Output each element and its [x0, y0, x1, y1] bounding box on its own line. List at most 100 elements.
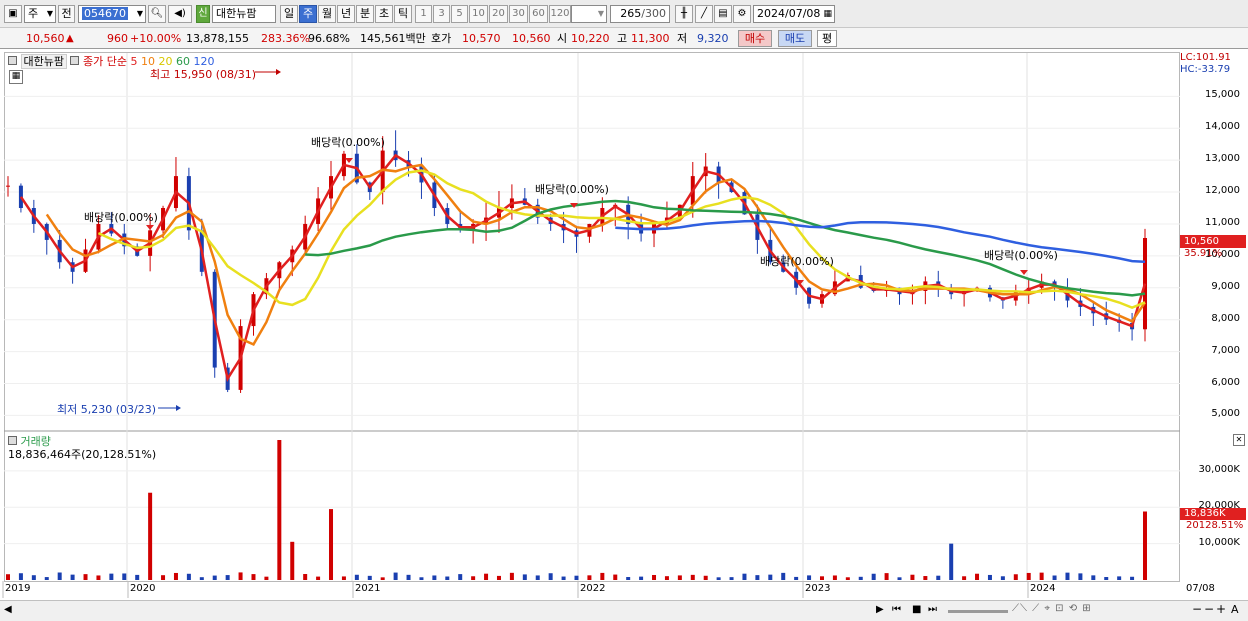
legend-stock-name[interactable]: 대한뉴팜: [20, 54, 67, 69]
high-price: 11,300: [631, 32, 670, 45]
low-label: 저: [677, 32, 688, 45]
period-button-5[interactable]: 초: [375, 5, 393, 23]
candle-type-icon[interactable]: ╫: [675, 5, 693, 23]
dividend-label: 배당락(0.00%): [84, 211, 158, 224]
period-button-4[interactable]: 분: [356, 5, 374, 23]
price-tick-label: 9,000: [1211, 280, 1240, 292]
zoom-in-icon[interactable]: +: [1216, 602, 1226, 616]
price-tick-label: 14,000: [1205, 121, 1240, 133]
legend-toggle-icon[interactable]: [8, 56, 17, 65]
main-toolbar: ▣ 주 ▼ 전 054670 ▼ 🔍︎ ◀) 신 대한뉴팜 일주월년분초틱 1351…: [0, 0, 1248, 28]
price-tick-label: 12,000: [1205, 185, 1240, 197]
chevron-down-icon: ▼: [136, 9, 143, 18]
period-button-2[interactable]: 월: [318, 5, 336, 23]
scroll-left-icon[interactable]: ◀: [4, 604, 12, 615]
low-price: 9,320: [697, 32, 729, 45]
interval-button-10[interactable]: 10: [469, 5, 488, 23]
chevron-down-icon: ▼: [597, 9, 604, 18]
period-button-1[interactable]: 주: [299, 5, 317, 23]
count-field[interactable]: 265/300: [610, 5, 670, 23]
dividend-label: 배당락(0.00%): [535, 183, 609, 196]
current-price-tag: 10,560: [1180, 235, 1246, 248]
interval-button-1[interactable]: 1: [415, 5, 432, 23]
current-volume-pct: 20128.51%: [1186, 520, 1244, 531]
bottom-scrollbar[interactable]: ◀ ▶ ⏮ ■ ⏭ ⟋⟍ ⟋ ⌖ ⊡ ⟲ ⊞ − − + A: [0, 600, 1248, 621]
interval-button-20[interactable]: 20: [489, 5, 508, 23]
chart-frame: [4, 52, 1180, 582]
up-arrow-icon: ▲: [66, 33, 74, 44]
zoom-out-icon[interactable]: −: [1192, 602, 1202, 616]
table-view-icon[interactable]: ▦: [9, 70, 23, 84]
interval-custom-select[interactable]: ▼: [571, 5, 607, 23]
ma-5-label: 5: [130, 55, 138, 68]
lc-value: LC:101.91: [1180, 52, 1231, 63]
price-tick-label: 11,000: [1205, 216, 1240, 228]
interval-button-30[interactable]: 30: [509, 5, 528, 23]
window-icon[interactable]: ▣: [4, 5, 22, 23]
period-button-6[interactable]: 틱: [394, 5, 412, 23]
play-icon[interactable]: ▶: [876, 604, 884, 615]
legend-toggle-icon[interactable]: [8, 436, 17, 445]
search-icon[interactable]: 🔍︎: [148, 5, 166, 23]
prev-button[interactable]: 전: [58, 5, 75, 23]
interval-button-120[interactable]: 120: [549, 5, 571, 23]
chevron-down-icon: ▼: [46, 9, 53, 18]
stock-name-field[interactable]: 대한뉴팜: [212, 5, 276, 23]
trade-volume: 13,878,155: [186, 32, 249, 45]
date-value: 2024/07/08: [757, 7, 821, 20]
save-icon[interactable]: ▤: [714, 5, 732, 23]
tool-icons[interactable]: ⟋⟍ ⟋ ⌖ ⊡ ⟲ ⊞: [1012, 603, 1092, 614]
volume-tick-label: 30,000K: [1198, 463, 1240, 475]
high-annotation: 최고 15,950 (08/31): [150, 68, 257, 81]
stock-code-input[interactable]: 054670 ▼: [78, 5, 146, 23]
price-tick-label: 15,000: [1205, 89, 1240, 101]
period-select-value: 주: [28, 7, 39, 20]
line-draw-icon[interactable]: ╱: [695, 5, 713, 23]
period-select[interactable]: 주 ▼: [24, 5, 56, 23]
bid-price: 10,560: [512, 32, 551, 45]
sell-button[interactable]: 매도: [778, 30, 812, 47]
time-axis-label: 2021: [355, 583, 381, 594]
dividend-label: 배당락(0.00%): [311, 136, 385, 149]
current-price: 10,560: [26, 32, 65, 45]
time-axis-end-label: 07/08: [1186, 583, 1215, 594]
count-value: 265: [620, 7, 642, 20]
price-axis: LC:101.91 HC:-33.79 15,000 14,000 13,000 12…: [1180, 52, 1248, 594]
speaker-icon[interactable]: ◀): [168, 5, 192, 23]
period-button-3[interactable]: 년: [337, 5, 355, 23]
time-axis-label: 2022: [580, 583, 606, 594]
date-field[interactable]: 2024/07/08 ▦: [753, 5, 835, 23]
price-tick-label: 5,000: [1211, 408, 1240, 420]
time-axis-label: 2020: [130, 583, 156, 594]
zoom-reset-icon[interactable]: −: [1204, 602, 1214, 616]
ratio-value: 96.68%: [308, 32, 350, 45]
current-volume-tag: 18,836K: [1180, 508, 1246, 520]
count-total: /300: [641, 7, 666, 20]
auto-scale-button[interactable]: A: [1231, 603, 1239, 616]
period-button-0[interactable]: 일: [280, 5, 298, 23]
interval-button-5[interactable]: 5: [451, 5, 468, 23]
ma-title: 종가 단순: [82, 55, 127, 68]
forward-icon[interactable]: ⏭: [928, 604, 937, 615]
interval-button-3[interactable]: 3: [433, 5, 450, 23]
open-price: 10,220: [571, 32, 610, 45]
price-change: 960: [107, 32, 128, 45]
panel-close-icon[interactable]: ✕: [1233, 434, 1245, 446]
change-rate: +10.00%: [130, 32, 182, 45]
open-label: 시: [557, 32, 568, 45]
buy-button[interactable]: 매수: [738, 30, 772, 47]
zoom-slider[interactable]: [948, 610, 1008, 613]
legend-toggle-icon[interactable]: [70, 56, 80, 65]
stock-code-value: 054670: [82, 7, 128, 20]
dividend-label: 배당락(0.00%): [760, 255, 834, 268]
stop-icon[interactable]: ■: [912, 604, 921, 615]
time-axis-label: 2019: [5, 583, 31, 594]
dividend-label: 배당락(0.00%): [984, 249, 1058, 262]
rewind-icon[interactable]: ⏮: [892, 604, 901, 615]
eval-button[interactable]: 평: [817, 30, 837, 47]
high-label: 고: [617, 32, 628, 45]
gear-icon[interactable]: ⚙: [733, 5, 751, 23]
interval-button-60[interactable]: 60: [529, 5, 548, 23]
ask-price: 10,570: [462, 32, 501, 45]
ask-label: 호가: [431, 32, 452, 45]
